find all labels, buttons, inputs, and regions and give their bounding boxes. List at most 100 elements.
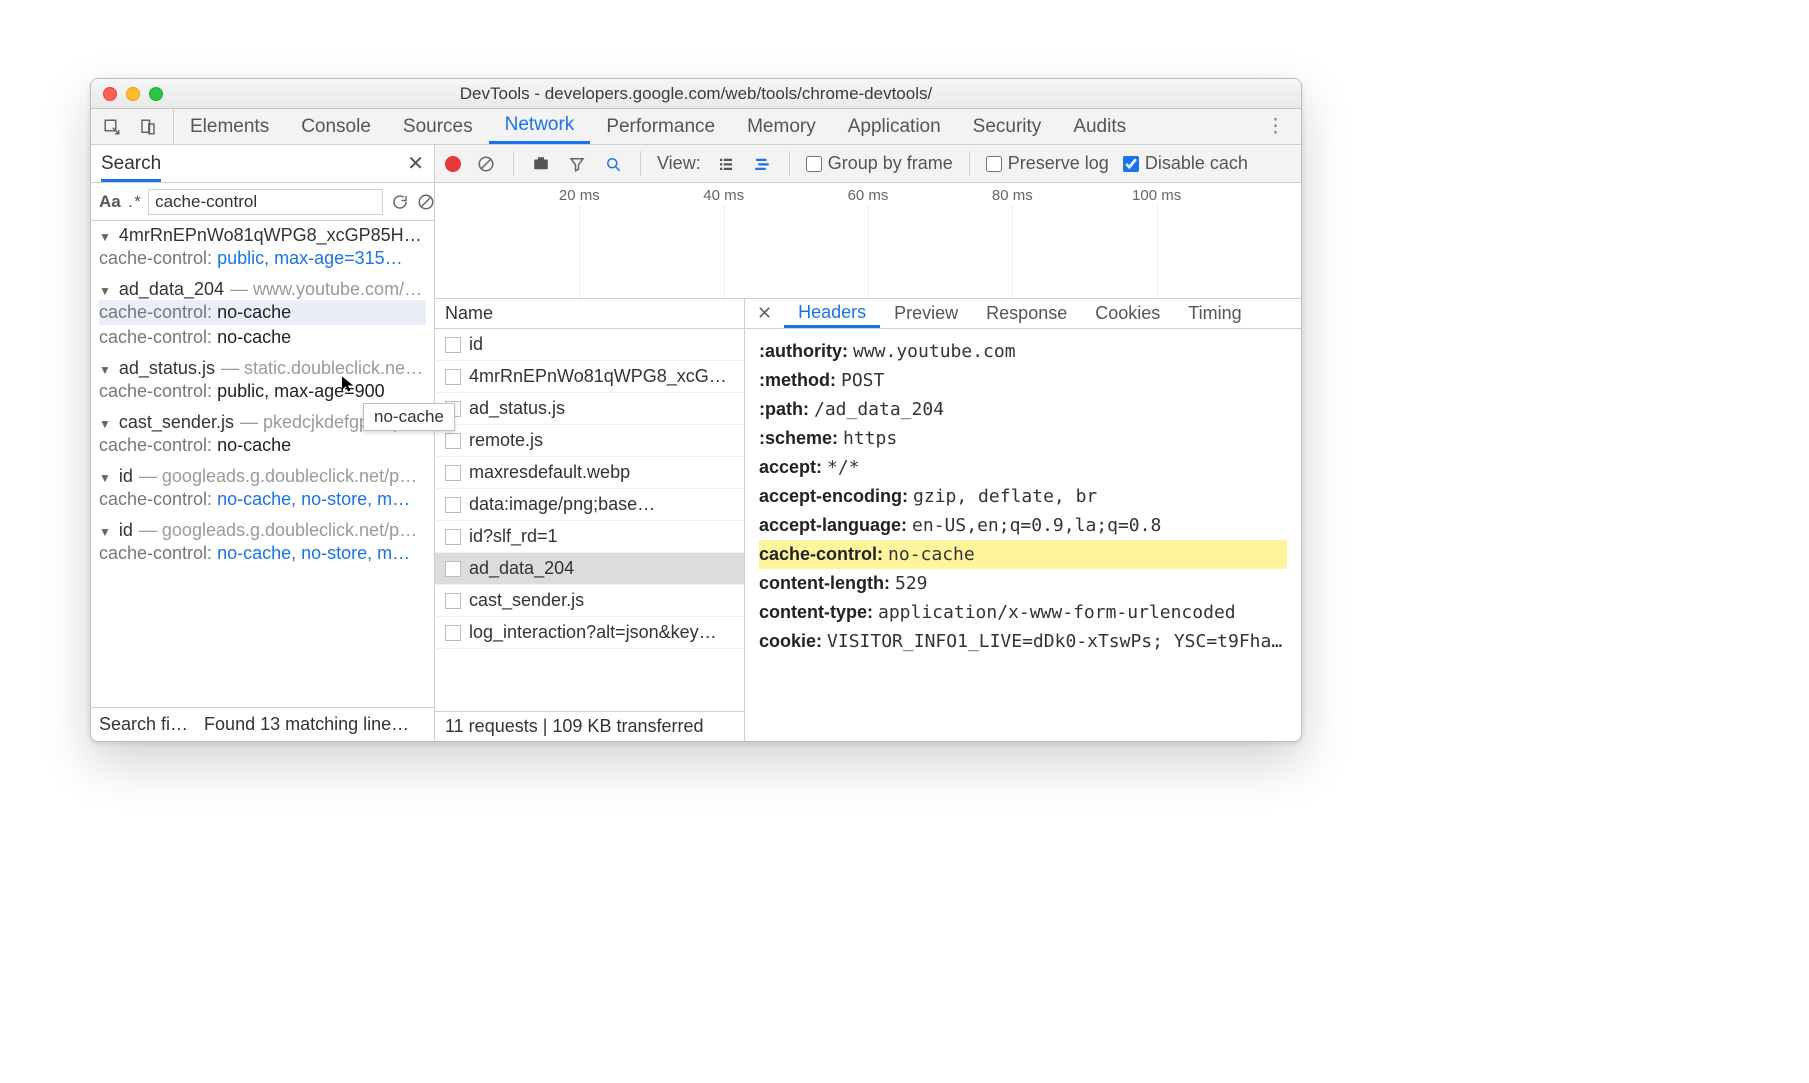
separator: [640, 151, 641, 176]
request-row[interactable]: 4mrRnEPnWo81qWPG8_xcG…: [435, 361, 744, 393]
request-row[interactable]: id: [435, 329, 744, 361]
view-label: View:: [657, 153, 701, 174]
search-result-line[interactable]: cache-control: no-cache: [99, 300, 426, 325]
tab-security[interactable]: Security: [957, 109, 1058, 144]
tab-audits[interactable]: Audits: [1057, 109, 1142, 144]
list-view-icon[interactable]: [715, 153, 737, 175]
result-file-name: id: [119, 466, 133, 487]
file-icon: [445, 529, 461, 545]
header-row[interactable]: cache-control: no-cache: [759, 540, 1287, 569]
search-result-line[interactable]: cache-control: no-cache: [99, 325, 426, 350]
header-row[interactable]: accept-language: en-US,en;q=0.9,la;q=0.8: [759, 511, 1287, 540]
clear-icon[interactable]: [417, 191, 435, 213]
filter-icon[interactable]: [566, 153, 588, 175]
close-icon[interactable]: ✕: [407, 151, 424, 176]
request-name: id?slf_rd=1: [469, 526, 558, 547]
waterfall-view-icon[interactable]: [751, 153, 773, 175]
search-result-line[interactable]: cache-control: no-cache, no-store, m…: [99, 487, 426, 512]
detail-tab-headers[interactable]: Headers: [784, 299, 880, 328]
header-row[interactable]: accept-encoding: gzip, deflate, br: [759, 482, 1287, 511]
minimize-window-button[interactable]: [126, 87, 140, 101]
header-row[interactable]: content-type: application/x-www-form-url…: [759, 598, 1287, 627]
preserve-log-checkbox[interactable]: Preserve log: [986, 153, 1109, 174]
request-row[interactable]: id?slf_rd=1: [435, 521, 744, 553]
header-row[interactable]: :scheme: https: [759, 424, 1287, 453]
search-result-group[interactable]: ▼id — googleads.g.doubleclick.net/p…cach…: [91, 462, 434, 516]
search-result-line[interactable]: cache-control: public, max-age=315…: [99, 246, 426, 271]
match-case-toggle[interactable]: Aa: [99, 192, 121, 212]
header-row[interactable]: :method: POST: [759, 366, 1287, 395]
header-key: accept:: [759, 457, 827, 477]
group-by-frame-input[interactable]: [806, 156, 822, 172]
tab-sources[interactable]: Sources: [387, 109, 489, 144]
separator: [513, 151, 514, 176]
request-row[interactable]: maxresdefault.webp: [435, 457, 744, 489]
header-row[interactable]: content-length: 529: [759, 569, 1287, 598]
search-icon[interactable]: [602, 153, 624, 175]
search-result-line[interactable]: cache-control: public, max-age=900: [99, 379, 426, 404]
timeline-ruler[interactable]: 20 ms40 ms60 ms80 ms100 ms: [435, 183, 1301, 299]
search-result-group[interactable]: ▼4mrRnEPnWo81qWPG8_xcGP85HC…cache-contro…: [91, 221, 434, 275]
header-row[interactable]: :authority: www.youtube.com: [759, 337, 1287, 366]
header-key: :authority:: [759, 341, 853, 361]
ruler-gridline: [724, 205, 725, 298]
header-value: POST: [841, 370, 884, 391]
search-input[interactable]: [148, 189, 383, 215]
result-origin: — googleads.g.doubleclick.net/p…: [139, 520, 417, 541]
request-row[interactable]: cast_sender.js: [435, 585, 744, 617]
regex-toggle[interactable]: .*: [129, 192, 140, 212]
request-row[interactable]: ad_data_204: [435, 553, 744, 585]
close-window-button[interactable]: [103, 87, 117, 101]
image-file-icon: [445, 465, 461, 481]
disable-cache-checkbox[interactable]: Disable cach: [1123, 153, 1248, 174]
header-row[interactable]: accept: */*: [759, 453, 1287, 482]
request-row[interactable]: remote.js: [435, 425, 744, 457]
detail-tabs: ✕ HeadersPreviewResponseCookiesTiming: [745, 299, 1301, 329]
column-header-name[interactable]: Name: [435, 299, 744, 329]
header-row[interactable]: cookie: VISITOR_INFO1_LIVE=dDk0-xTswPs; …: [759, 627, 1287, 656]
detail-tab-preview[interactable]: Preview: [880, 299, 972, 328]
screenshot-icon[interactable]: [530, 153, 552, 175]
group-by-frame-checkbox[interactable]: Group by frame: [806, 153, 953, 174]
search-result-line[interactable]: cache-control: no-cache, no-store, m…: [99, 541, 426, 566]
result-origin: — googleads.g.doubleclick.net/p…: [139, 466, 417, 487]
search-result-group[interactable]: ▼ad_data_204 — www.youtube.com/…cache-co…: [91, 275, 434, 354]
preserve-log-input[interactable]: [986, 156, 1002, 172]
header-key: content-type:: [759, 602, 878, 622]
result-origin: — pkedcjkdefgpdelp…: [240, 412, 421, 433]
detail-tab-timing[interactable]: Timing: [1174, 299, 1255, 328]
network-panel: View: Group by frame Preserve log: [435, 145, 1301, 741]
disable-cache-input[interactable]: [1123, 156, 1139, 172]
header-value: www.youtube.com: [853, 341, 1016, 362]
record-button[interactable]: [445, 156, 461, 172]
tab-memory[interactable]: Memory: [731, 109, 832, 144]
tab-elements[interactable]: Elements: [174, 109, 285, 144]
maximize-window-button[interactable]: [149, 87, 163, 101]
request-row[interactable]: ad_status.js: [435, 393, 744, 425]
request-row[interactable]: data:image/png;base…: [435, 489, 744, 521]
tab-performance[interactable]: Performance: [590, 109, 731, 144]
tab-console[interactable]: Console: [285, 109, 387, 144]
tab-network[interactable]: Network: [489, 109, 591, 144]
clear-log-icon[interactable]: [475, 153, 497, 175]
header-row[interactable]: :path: /ad_data_204: [759, 395, 1287, 424]
result-file-name: ad_data_204: [119, 279, 224, 300]
request-row[interactable]: log_interaction?alt=json&key…: [435, 617, 744, 649]
search-footer-right: Found 13 matching line…: [204, 714, 409, 735]
detail-tab-response[interactable]: Response: [972, 299, 1081, 328]
search-result-group[interactable]: ▼ad_status.js — static.doubleclick.ne…ca…: [91, 354, 434, 408]
kebab-menu-icon[interactable]: ⋮: [1250, 109, 1301, 144]
close-details-icon[interactable]: ✕: [745, 299, 784, 328]
tab-application[interactable]: Application: [832, 109, 957, 144]
search-result-group[interactable]: ▼id — googleads.g.doubleclick.net/p…cach…: [91, 516, 434, 570]
search-result-line[interactable]: cache-control: no-cache: [99, 433, 426, 458]
refresh-icon[interactable]: [391, 191, 409, 213]
header-value: */*: [827, 457, 860, 478]
search-result-group[interactable]: ▼cast_sender.js — pkedcjkdefgpdelp…cache…: [91, 408, 434, 462]
detail-tab-cookies[interactable]: Cookies: [1081, 299, 1174, 328]
header-key: :path:: [759, 399, 814, 419]
inspect-icon[interactable]: [101, 116, 123, 138]
result-file-name: cast_sender.js: [119, 412, 234, 433]
file-icon: [445, 369, 461, 385]
device-toggle-icon[interactable]: [137, 116, 159, 138]
